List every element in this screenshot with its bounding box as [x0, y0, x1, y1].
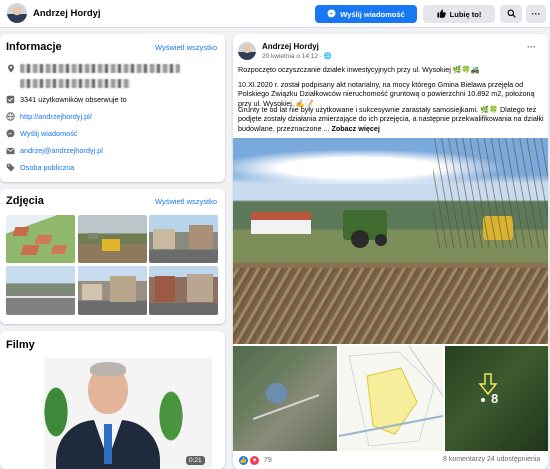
send-message-row: Wyślij wiadomość	[6, 129, 78, 138]
post-more-icon[interactable]: ···	[527, 42, 536, 52]
more-icon: ···	[531, 9, 541, 19]
address-row	[6, 64, 180, 73]
post-text-para2: 10.XI.2020 r. został podpisany akt notar…	[238, 80, 535, 108]
send-message-link[interactable]: Wyślij wiadomość	[20, 129, 78, 138]
send-message-label: Wyślij wiadomość	[340, 9, 405, 19]
search-button[interactable]	[500, 5, 522, 23]
page-header: Andrzej Hordyj Wyślij wiadomość Lubię to…	[0, 0, 550, 28]
video-duration: 0:21	[186, 456, 205, 465]
website-row: http://andrzejhordyj.pl/	[6, 112, 92, 121]
followers-text: 3341 użytkowników obserwuje to	[20, 95, 127, 104]
website-link[interactable]: http://andrzejhordyj.pl/	[20, 112, 92, 121]
like-reaction-icon: 👍	[239, 456, 248, 465]
video-thumbnail[interactable]	[6, 358, 212, 469]
post-map-image-aerial[interactable]	[233, 346, 337, 451]
photo-thumbnail[interactable]	[149, 266, 218, 315]
search-icon	[506, 8, 516, 20]
profile-avatar[interactable]	[7, 3, 27, 23]
followers-row: 3341 użytkowników obserwuje to	[6, 95, 127, 104]
mail-icon	[6, 146, 15, 155]
category-link[interactable]: Osoba publiczna	[20, 163, 74, 172]
info-see-all-link[interactable]: Wyświetl wszystko	[155, 43, 217, 52]
post-timestamp[interactable]: 20 kwietnia o 14:12 · 🌐	[262, 52, 332, 60]
reactions-count: 79	[264, 457, 272, 464]
profile-name[interactable]: Andrzej Hordyj	[33, 8, 101, 19]
info-title: Informacje	[6, 41, 62, 53]
post-text-line1: Rozpoczęto oczyszczanie działek inwestyc…	[238, 65, 480, 74]
post-text-para3: Grunty te od lat nie były użytkowane i s…	[238, 105, 546, 133]
address-row-2	[6, 79, 130, 88]
love-reaction-icon: ♥	[250, 456, 259, 465]
reactions-summary[interactable]: 👍 ♥ 79	[239, 456, 272, 465]
location-pin-icon	[6, 64, 15, 73]
redacted-address-line1	[20, 64, 180, 73]
post-author-name[interactable]: Andrzej Hordyj	[262, 42, 319, 51]
see-more-link[interactable]: Zobacz więcej	[332, 124, 380, 133]
videos-card: Filmy 0:21	[0, 331, 225, 469]
post-main-image[interactable]	[233, 138, 548, 344]
photos-title: Zdjęcia	[6, 195, 44, 207]
send-message-button[interactable]: Wyślij wiadomość	[315, 5, 417, 23]
photo-thumbnail[interactable]	[78, 266, 147, 315]
post-map-image-satellite[interactable]: 8	[445, 346, 548, 451]
photo-thumbnail[interactable]	[6, 266, 75, 315]
photo-thumbnail[interactable]	[6, 215, 75, 263]
like-label: Lubię to!	[449, 9, 482, 19]
redacted-address-line2	[20, 79, 130, 88]
post-map-image-plan[interactable]	[339, 346, 443, 451]
category-row: Osoba publiczna	[6, 163, 74, 172]
post-footer: 👍 ♥ 79 8 komentarzy 24 udostępnienia	[233, 452, 548, 469]
info-card: Informacje Wyświetl wszystko 3341 użytko…	[0, 34, 225, 182]
follow-icon	[6, 95, 15, 104]
like-page-button[interactable]: Lubię to!	[423, 5, 495, 23]
shares-count[interactable]: 24 udostępnienia	[487, 456, 540, 463]
post-text-para3-body: Grunty te od lat nie były użytkowane i s…	[238, 105, 544, 133]
more-options-button[interactable]: ···	[526, 5, 546, 23]
videos-title: Filmy	[6, 339, 35, 351]
photos-card: Zdjęcia Wyświetl wszystko	[0, 189, 225, 324]
post-author-avatar[interactable]	[238, 42, 256, 60]
messenger-icon	[6, 129, 15, 138]
email-row: andrzej@andrzejhordyj.pl	[6, 146, 103, 155]
map-marker-number: 8	[491, 391, 499, 406]
photo-thumbnail[interactable]	[78, 215, 147, 263]
photo-thumbnail[interactable]	[149, 215, 218, 263]
comments-count[interactable]: 8 komentarzy	[443, 456, 485, 463]
email-link[interactable]: andrzej@andrzejhordyj.pl	[20, 146, 103, 155]
messenger-icon	[327, 9, 336, 20]
tag-icon	[6, 163, 15, 172]
globe-icon	[6, 112, 15, 121]
photos-see-all-link[interactable]: Wyświetl wszystko	[155, 197, 217, 206]
thumbs-up-icon	[437, 9, 446, 20]
